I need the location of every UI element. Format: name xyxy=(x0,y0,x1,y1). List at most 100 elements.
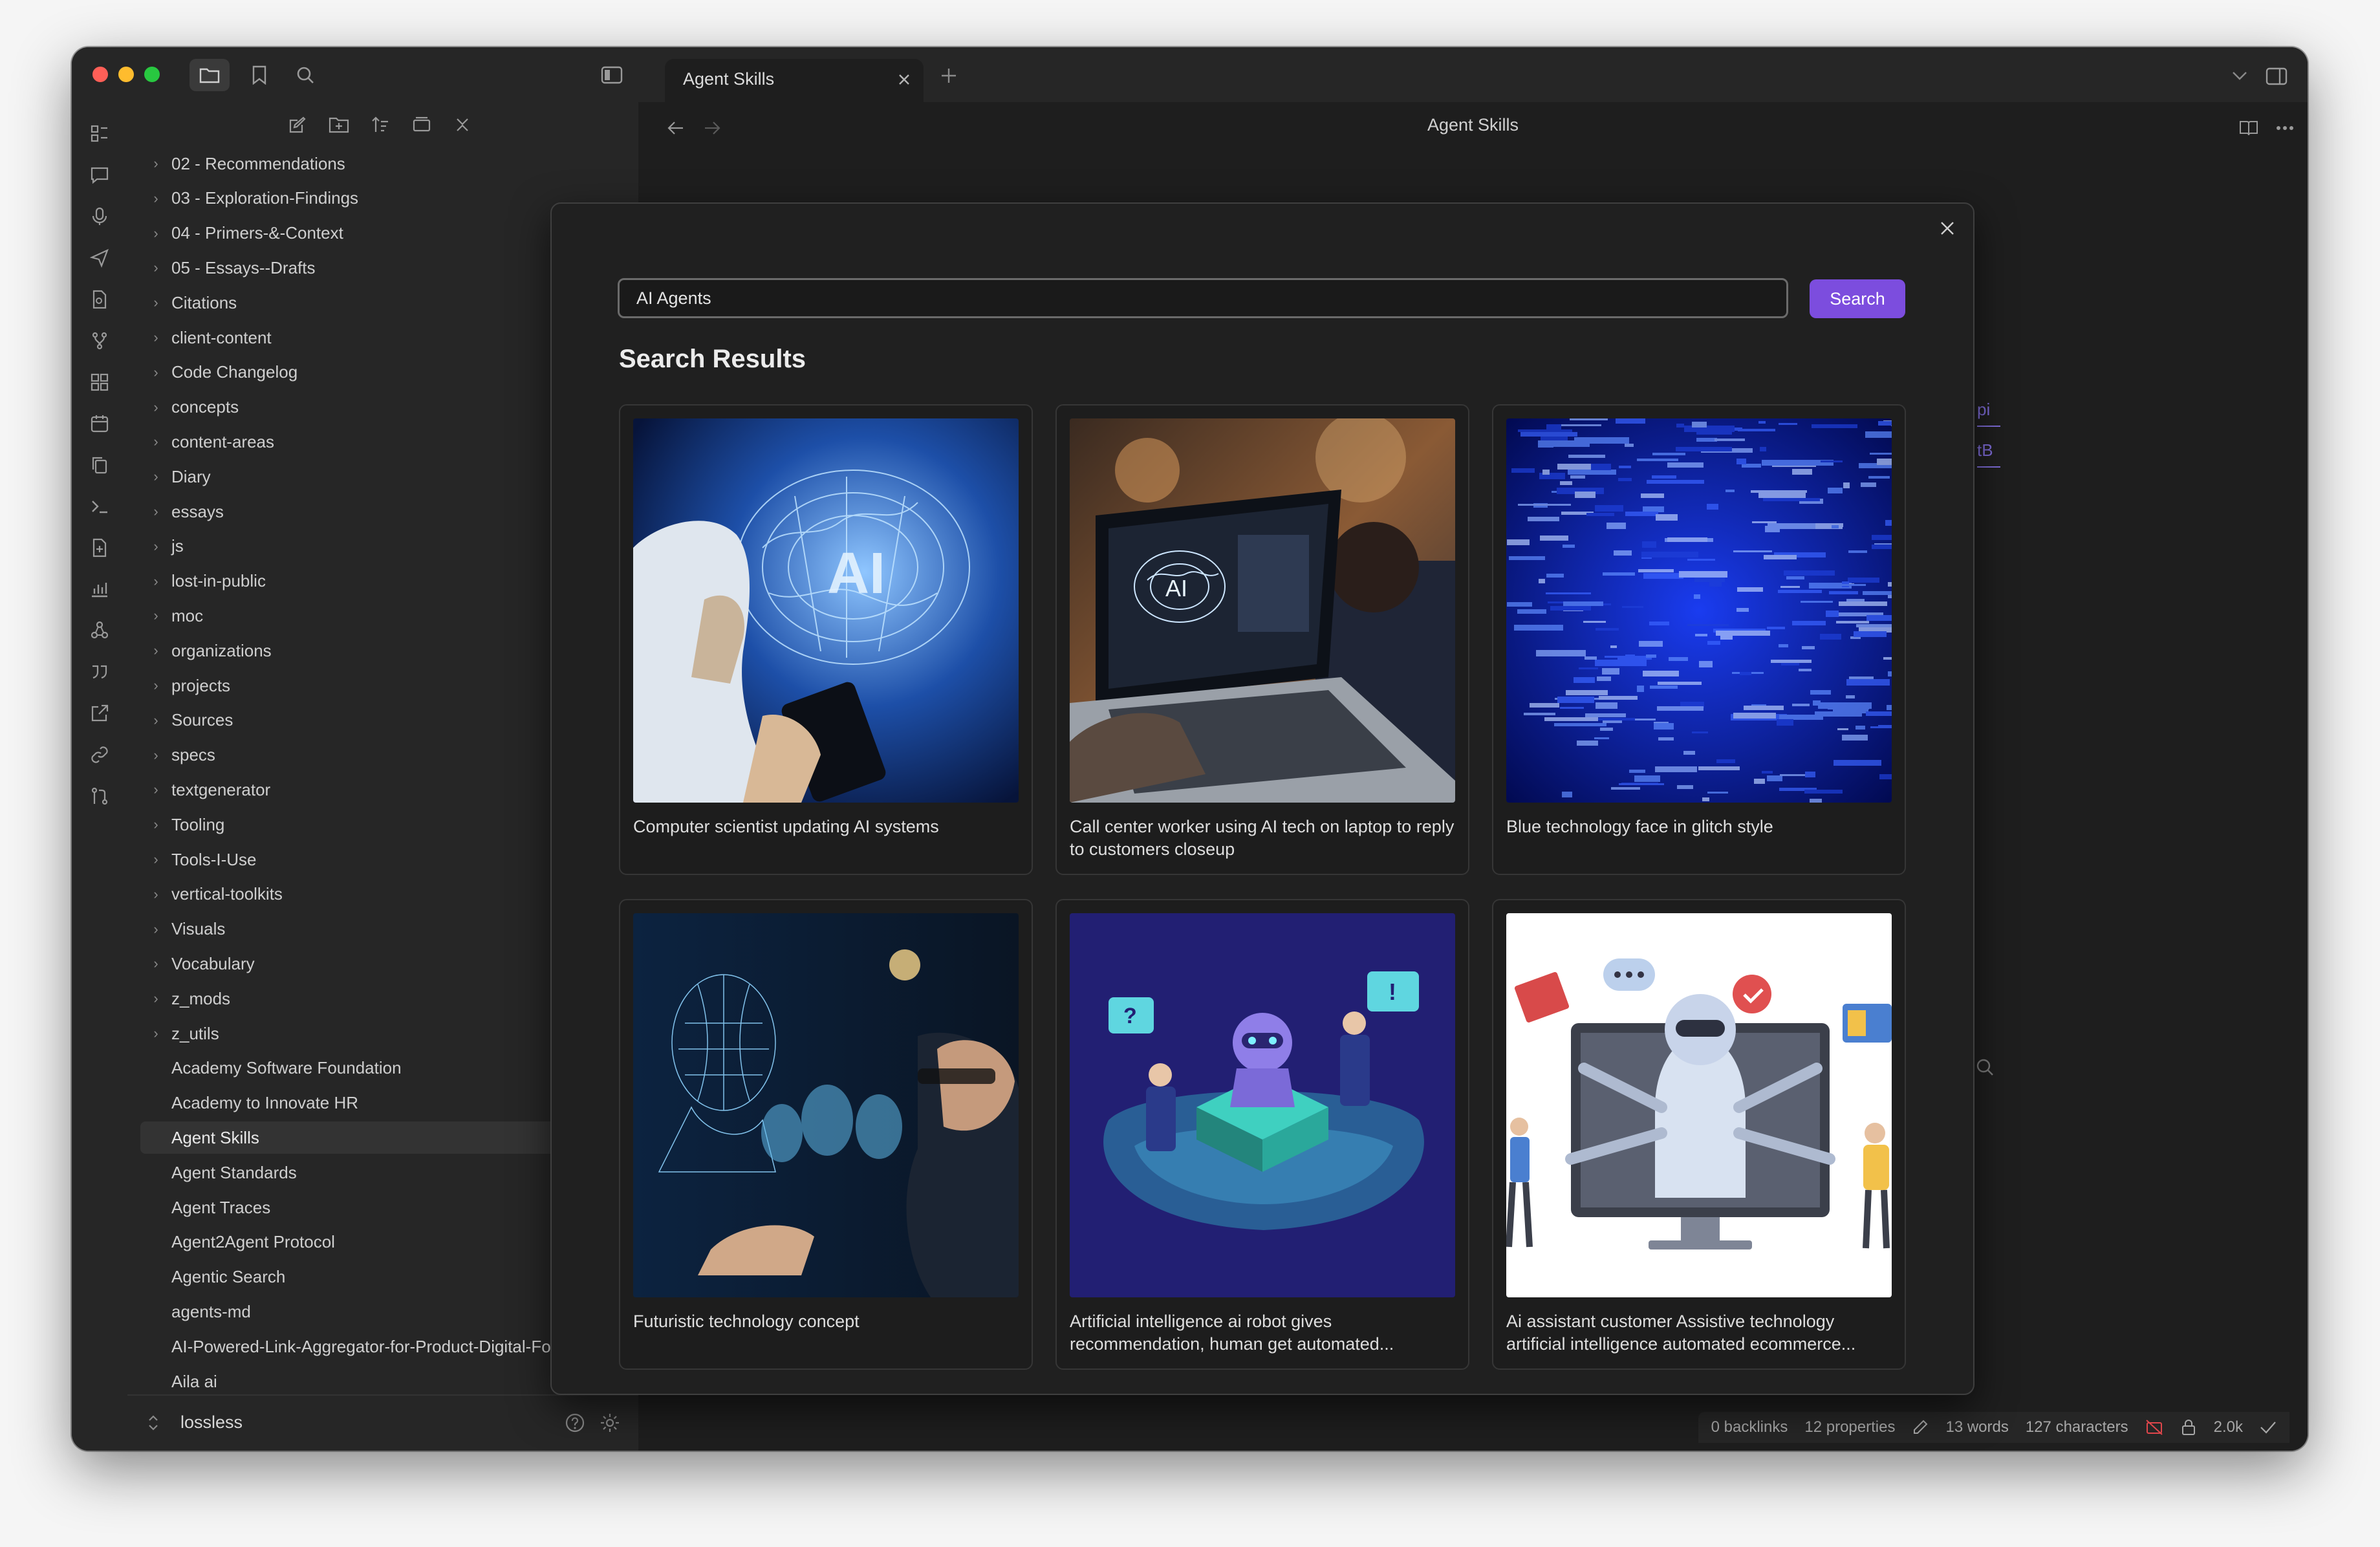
chevron-right-icon[interactable]: › xyxy=(140,1025,171,1042)
properties-count[interactable]: 12 properties xyxy=(1804,1418,1895,1436)
link-fragment[interactable]: tB xyxy=(1977,440,2000,468)
chevron-right-icon[interactable]: › xyxy=(140,364,171,381)
help-icon[interactable] xyxy=(561,1409,589,1437)
folder-item[interactable]: › Citations xyxy=(140,287,606,319)
folder-item[interactable]: › Tooling xyxy=(140,808,606,841)
bookmark-icon[interactable] xyxy=(243,59,276,91)
close-window-button[interactable] xyxy=(92,67,108,82)
result-image[interactable] xyxy=(633,913,1019,1297)
send-icon[interactable] xyxy=(83,242,116,274)
result-image[interactable]: AI xyxy=(1070,418,1455,803)
file-item[interactable]: Agent Skills xyxy=(140,1121,606,1154)
result-image[interactable] xyxy=(1506,418,1892,803)
folder-item[interactable]: › Sources xyxy=(140,704,606,737)
backlinks-count[interactable]: 0 backlinks xyxy=(1711,1418,1788,1436)
chevron-right-icon[interactable]: › xyxy=(140,955,171,972)
chevron-right-icon[interactable]: › xyxy=(140,538,171,555)
chevron-right-icon[interactable]: › xyxy=(140,642,171,659)
folder-item[interactable]: › Vocabulary xyxy=(140,947,606,980)
git-branch-icon[interactable] xyxy=(83,325,116,357)
result-card[interactable]: Futuristic technology concept xyxy=(619,899,1033,1370)
chevron-right-icon[interactable]: › xyxy=(140,816,171,833)
folder-item[interactable]: › specs xyxy=(140,739,606,772)
link-icon[interactable] xyxy=(83,739,116,771)
file-item[interactable]: agents-md xyxy=(140,1295,606,1328)
vault-name[interactable]: lossless xyxy=(180,1412,243,1433)
folder-icon[interactable] xyxy=(189,59,230,91)
folder-item[interactable]: › organizations xyxy=(140,634,606,667)
chevron-right-icon[interactable]: › xyxy=(140,712,171,729)
search-icon[interactable] xyxy=(289,59,321,91)
file-item[interactable]: Agent Traces xyxy=(140,1191,606,1224)
folder-item[interactable]: › z_mods xyxy=(140,982,606,1015)
chevron-right-icon[interactable]: › xyxy=(140,921,171,938)
folder-item[interactable]: › 03 - Exploration-Findings xyxy=(140,182,606,215)
folder-item[interactable]: › projects xyxy=(140,669,606,702)
result-card[interactable]: Ai assistant customer Assistive technolo… xyxy=(1492,899,1906,1370)
file-item[interactable]: Agentic Search xyxy=(140,1261,606,1293)
search-input[interactable] xyxy=(618,278,1788,318)
chevron-right-icon[interactable]: › xyxy=(140,190,171,207)
result-image[interactable]: AI xyxy=(633,418,1019,803)
external-link-icon[interactable] xyxy=(83,697,116,730)
folder-item[interactable]: › vertical-toolkits xyxy=(140,878,606,911)
chevron-right-icon[interactable]: › xyxy=(140,259,171,276)
chevron-right-icon[interactable]: › xyxy=(140,990,171,1007)
gear-icon[interactable] xyxy=(596,1409,624,1437)
close-modal-icon[interactable] xyxy=(1934,215,1960,241)
calendar-icon[interactable] xyxy=(83,407,116,440)
lock-icon[interactable] xyxy=(2180,1419,2197,1436)
file-item[interactable]: Academy Software Foundation xyxy=(140,1052,606,1085)
chevron-right-icon[interactable]: › xyxy=(140,851,171,868)
edit-icon[interactable] xyxy=(1912,1419,1929,1436)
check-icon[interactable] xyxy=(2260,1420,2277,1434)
chevron-right-icon[interactable]: › xyxy=(140,155,171,172)
quote-icon[interactable] xyxy=(83,656,116,688)
grid-icon[interactable] xyxy=(83,366,116,398)
close-tab-icon[interactable] xyxy=(891,67,917,92)
folder-item[interactable]: › concepts xyxy=(140,391,606,424)
folder-item[interactable]: › Diary xyxy=(140,460,606,493)
folder-item[interactable]: › 05 - Essays--Drafts xyxy=(140,252,606,284)
folder-item[interactable]: › moc xyxy=(140,600,606,632)
folder-item[interactable]: › client-content xyxy=(140,321,606,354)
comment-icon[interactable] xyxy=(83,159,116,191)
chevron-right-icon[interactable]: › xyxy=(140,747,171,764)
folder-item[interactable]: › lost-in-public xyxy=(140,565,606,598)
sync-off-icon[interactable] xyxy=(2145,1419,2163,1436)
folder-item[interactable]: › essays xyxy=(140,495,606,528)
reading-view-icon[interactable] xyxy=(2234,114,2263,142)
maximize-window-button[interactable] xyxy=(144,67,160,82)
file-item[interactable]: Agent Standards xyxy=(140,1156,606,1189)
chevron-right-icon[interactable]: › xyxy=(140,225,171,242)
right-sidebar-icon[interactable] xyxy=(2260,60,2293,92)
terminal-icon[interactable] xyxy=(83,490,116,523)
chevron-right-icon[interactable]: › xyxy=(140,607,171,624)
copy-icon[interactable] xyxy=(83,449,116,481)
result-image[interactable]: ? ! xyxy=(1070,913,1455,1297)
chevron-right-icon[interactable]: › xyxy=(140,329,171,346)
link-fragment[interactable]: pi xyxy=(1977,400,2000,427)
chart-icon[interactable] xyxy=(83,573,116,605)
chevron-right-icon[interactable]: › xyxy=(140,781,171,798)
minimize-window-button[interactable] xyxy=(118,67,134,82)
result-card[interactable]: ? ! Artificial intelligence ai robot giv… xyxy=(1055,899,1469,1370)
chevron-updown-icon[interactable] xyxy=(142,1409,165,1437)
new-note-icon[interactable] xyxy=(83,532,116,564)
file-item[interactable]: AI-Powered-Link-Aggregator-for-Product-D… xyxy=(140,1330,606,1363)
chevron-down-icon[interactable] xyxy=(2225,61,2254,90)
folder-item[interactable]: › Visuals xyxy=(140,913,606,946)
chevron-right-icon[interactable]: › xyxy=(140,468,171,485)
search-button[interactable]: Search xyxy=(1810,279,1905,318)
chevron-right-icon[interactable]: › xyxy=(140,294,171,311)
result-card[interactable]: Blue technology face in glitch style xyxy=(1492,404,1906,875)
folder-item[interactable]: › Tools-I-Use xyxy=(140,843,606,876)
chevron-right-icon[interactable]: › xyxy=(140,503,171,520)
result-card[interactable]: AI Call center worker using AI tech on l… xyxy=(1055,404,1469,875)
file-item[interactable]: Agent2Agent Protocol xyxy=(140,1226,606,1259)
chevron-right-icon[interactable]: › xyxy=(140,399,171,416)
file-item[interactable]: Aila ai xyxy=(140,1365,606,1396)
tab-agent-skills[interactable]: Agent Skills xyxy=(665,59,924,102)
file-item[interactable]: Academy to Innovate HR xyxy=(140,1087,606,1120)
graph-icon[interactable] xyxy=(83,614,116,647)
